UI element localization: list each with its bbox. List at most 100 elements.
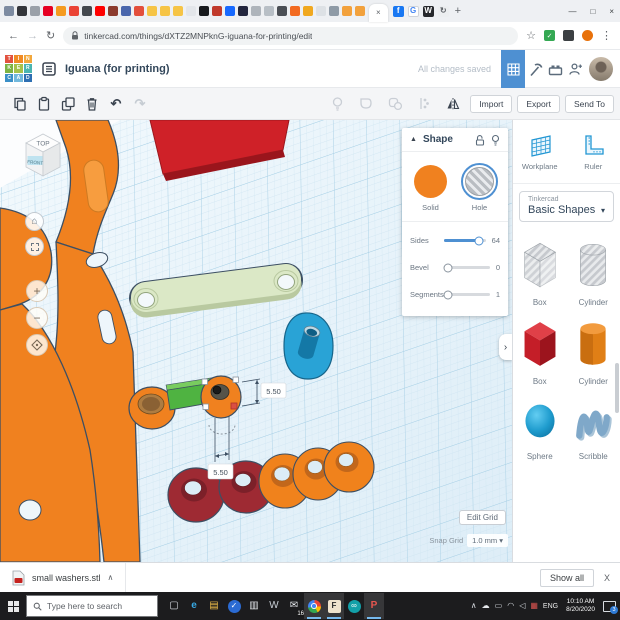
bookmark-star-icon[interactable]: ☆ xyxy=(526,29,536,42)
sidebar-scrollbar[interactable] xyxy=(615,363,619,413)
copy-icon[interactable] xyxy=(8,96,32,112)
brick-icon[interactable] xyxy=(545,63,565,76)
action-center-icon[interactable]: 3 xyxy=(603,601,616,612)
center-handle[interactable] xyxy=(213,386,221,394)
taskbar-app-chrome[interactable] xyxy=(304,593,324,619)
taskbar-app-app-p[interactable]: P xyxy=(364,593,384,619)
tab-favicon[interactable]: G xyxy=(408,6,419,17)
panel-collapse-button[interactable]: › xyxy=(499,334,512,360)
extension-orange-icon[interactable] xyxy=(582,30,593,41)
tab-favicon[interactable] xyxy=(173,6,183,16)
import-button[interactable]: Import xyxy=(470,95,512,113)
fit-view-button[interactable] xyxy=(25,237,44,256)
redo-icon[interactable]: ↷ xyxy=(128,96,152,112)
lock-open-icon[interactable] xyxy=(475,134,485,146)
shape-item-orange-cylinder[interactable]: Cylinder xyxy=(567,316,620,386)
tab-favicon[interactable]: ↻ xyxy=(438,6,449,17)
extension-check-icon[interactable]: ✓ xyxy=(544,30,555,41)
extension-dark-icon[interactable] xyxy=(563,30,574,41)
shape-item-red-box[interactable]: Box xyxy=(513,316,567,386)
scale-handle[interactable] xyxy=(202,379,208,385)
taskbar-app-app-teal[interactable]: ∞ xyxy=(344,593,364,619)
tab-favicon[interactable] xyxy=(342,6,352,16)
slider-handle[interactable] xyxy=(443,290,452,299)
tab-favicon[interactable] xyxy=(355,6,365,16)
taskbar-app-store[interactable]: ▥ xyxy=(244,593,264,619)
shape-item-hole-cylinder[interactable]: Cylinder xyxy=(567,237,620,307)
taskbar-app-app-f[interactable]: F xyxy=(324,593,344,619)
blue-dome-shape[interactable] xyxy=(284,313,333,379)
taskbar-app-mail[interactable]: ✉16 xyxy=(284,593,304,619)
snap-grid-dropdown[interactable]: 1.0 mm ▾ xyxy=(467,534,508,547)
lightbulb-icon[interactable] xyxy=(491,134,500,146)
forward-button[interactable]: → xyxy=(27,30,38,42)
address-bar[interactable]: tinkercad.com/things/dXTZ2MNPknG-iguana-… xyxy=(63,27,518,45)
blocks-view-button[interactable] xyxy=(501,50,525,88)
taskbar-app-task-view[interactable]: ▢ xyxy=(164,593,184,619)
window-close-button[interactable]: × xyxy=(609,7,614,16)
solid-option[interactable]: Solid xyxy=(414,165,447,212)
export-button[interactable]: Export xyxy=(517,95,560,113)
tab-favicon[interactable] xyxy=(4,6,14,16)
mirror-icon[interactable] xyxy=(441,96,465,111)
tab-favicon[interactable] xyxy=(199,6,209,16)
download-filename[interactable]: small washers.stl xyxy=(32,573,101,583)
edit-grid-button[interactable]: Edit Grid xyxy=(459,510,506,525)
show-all-downloads-button[interactable]: Show all xyxy=(540,569,594,587)
tab-favicon[interactable] xyxy=(108,6,118,16)
undo-icon[interactable]: ↶ xyxy=(104,96,128,112)
tab-favicon[interactable] xyxy=(225,6,235,16)
language-indicator[interactable]: ENG xyxy=(543,603,558,610)
design-menu-icon[interactable] xyxy=(41,61,57,77)
segments-slider[interactable] xyxy=(446,293,490,296)
shape-item-sphere[interactable]: Sphere xyxy=(513,395,567,461)
collapse-triangle-icon[interactable]: ▲ xyxy=(410,136,417,143)
tab-favicon[interactable] xyxy=(186,6,196,16)
tab-favicon[interactable] xyxy=(17,6,27,16)
dimension-bottom-value[interactable]: 5.50 xyxy=(213,468,228,477)
active-tab[interactable]: × xyxy=(369,4,388,22)
taskbar-app-file-explorer[interactable]: ▤ xyxy=(204,593,224,619)
window-minimize-button[interactable]: — xyxy=(568,7,576,16)
shape-item-scribble[interactable]: Scribble xyxy=(567,395,620,461)
invite-person-icon[interactable] xyxy=(565,62,585,76)
tab-favicon[interactable] xyxy=(43,6,53,16)
tab-favicon[interactable] xyxy=(264,6,274,16)
slider-value[interactable]: 1 xyxy=(496,290,500,299)
slider-handle[interactable] xyxy=(443,263,452,272)
new-tab-button[interactable]: + xyxy=(455,5,461,17)
tab-favicon[interactable] xyxy=(95,6,105,16)
perspective-toggle-button[interactable] xyxy=(26,334,48,356)
viewport-3d[interactable]: 5.50 5.50 TOP FRONT xyxy=(0,120,512,562)
back-button[interactable]: ← xyxy=(8,30,19,42)
tab-favicon[interactable] xyxy=(316,6,326,16)
window-maximize-button[interactable]: □ xyxy=(590,7,595,16)
align-icon[interactable] xyxy=(412,96,436,111)
tab-favicon[interactable] xyxy=(147,6,157,16)
taskbar-app-edge[interactable]: e xyxy=(184,593,204,619)
dimension-right-value[interactable]: 5.50 xyxy=(266,387,281,396)
start-button[interactable] xyxy=(0,601,26,612)
tray-icon[interactable]: ◁ xyxy=(519,602,525,610)
view-cube[interactable]: TOP FRONT xyxy=(22,128,64,182)
user-avatar[interactable] xyxy=(589,57,613,81)
reload-button[interactable]: ↻ xyxy=(46,29,55,42)
tab-favicon[interactable] xyxy=(134,6,144,16)
zoom-out-button[interactable]: − xyxy=(26,307,48,329)
home-view-button[interactable]: ⌂ xyxy=(25,212,44,231)
zoom-in-button[interactable]: + xyxy=(26,280,48,302)
tab-favicon[interactable] xyxy=(30,6,40,16)
tab-favicon[interactable] xyxy=(329,6,339,16)
tab-favicon[interactable] xyxy=(82,6,92,16)
slider-value[interactable]: 64 xyxy=(492,236,500,245)
ruler-tool[interactable]: Ruler xyxy=(567,120,620,183)
height-handle[interactable] xyxy=(231,403,237,409)
slider-handle[interactable] xyxy=(475,236,484,245)
shape-category-dropdown[interactable]: Tinkercad Basic Shapes ▾ xyxy=(519,191,614,222)
send-to-button[interactable]: Send To xyxy=(565,95,614,113)
slider-value[interactable]: 0 xyxy=(496,263,500,272)
tab-favicon[interactable] xyxy=(121,6,131,16)
scale-handle[interactable] xyxy=(233,377,239,383)
show-all-lightbulb-icon[interactable] xyxy=(325,96,349,112)
hole-option[interactable]: Hole xyxy=(463,165,496,212)
